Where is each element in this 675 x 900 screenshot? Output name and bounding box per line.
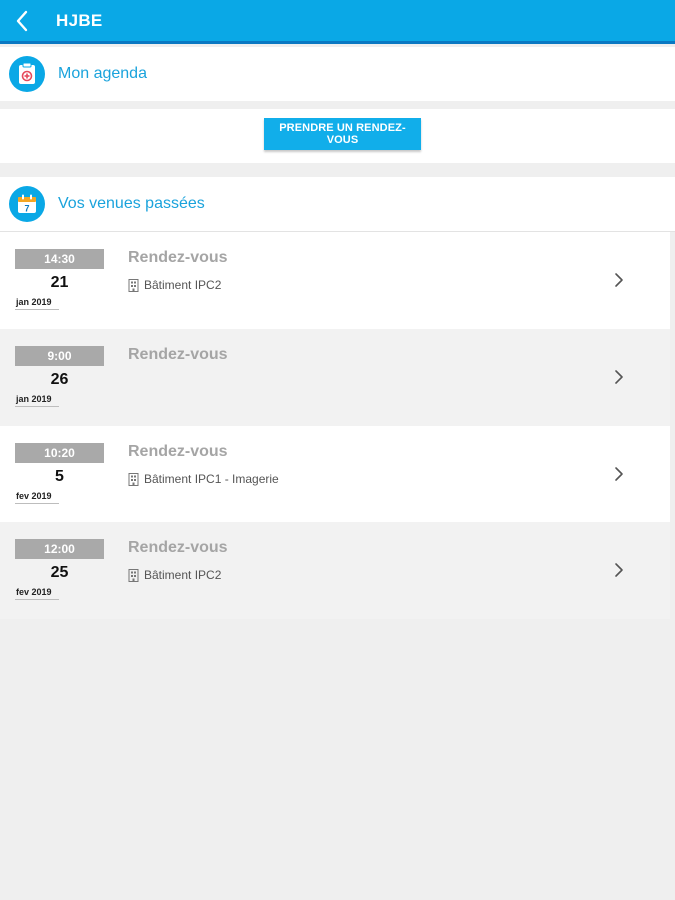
appointment-row[interactable]: 9:00 26 jan 2019 Rendez-vous xyxy=(0,329,670,426)
location-text: Bâtiment IPC1 - Imagerie xyxy=(144,472,279,486)
appointment-location: Bâtiment IPC2 xyxy=(128,568,221,582)
past-visits-section-header: 7 Vos venues passées xyxy=(0,177,675,231)
calendar-7-icon: 7 xyxy=(9,186,45,222)
appointment-title: Rendez-vous xyxy=(128,346,228,363)
appointment-location: Bâtiment IPC2 xyxy=(128,278,221,292)
top-app-bar: HJBE xyxy=(0,0,675,44)
chevron-left-icon[interactable] xyxy=(0,0,44,41)
chevron-right-icon[interactable] xyxy=(610,368,628,386)
building-icon xyxy=(128,472,139,486)
appointment-time: 12:00 xyxy=(15,539,104,559)
appointment-month-year: jan 2019 xyxy=(15,394,59,407)
chevron-right-icon[interactable] xyxy=(610,271,628,289)
appointment-day: 26 xyxy=(50,371,69,388)
appointment-title: Rendez-vous xyxy=(128,539,228,556)
past-visits-title: Vos venues passées xyxy=(58,195,205,212)
appointment-month-year: fev 2019 xyxy=(15,491,59,504)
agenda-title: Mon agenda xyxy=(58,65,147,82)
appointment-title: Rendez-vous xyxy=(128,443,228,460)
appointment-time: 10:20 xyxy=(15,443,104,463)
location-text: Bâtiment IPC2 xyxy=(144,568,222,582)
appointment-day: 21 xyxy=(50,274,69,291)
appointment-day: 5 xyxy=(55,468,64,485)
agenda-section-header[interactable]: Mon agenda xyxy=(0,47,675,101)
appointment-month-year: fev 2019 xyxy=(15,587,59,600)
appointment-time: 14:30 xyxy=(15,249,104,269)
chevron-right-icon[interactable] xyxy=(610,465,628,483)
page-title: HJBE xyxy=(56,10,103,30)
cta-band: PRENDRE UN RENDEZ-VOUS xyxy=(0,109,675,163)
chevron-right-icon[interactable] xyxy=(610,561,628,579)
appointment-row[interactable]: 10:20 5 fev 2019 Rendez-vous Bâtiment IP… xyxy=(0,426,670,523)
appointment-day: 25 xyxy=(50,564,69,581)
building-icon xyxy=(128,568,139,582)
building-icon xyxy=(128,278,139,292)
calendar-day-number: 7 xyxy=(24,204,29,214)
appointment-location: Bâtiment IPC1 - Imagerie xyxy=(128,472,279,486)
appointment-time: 9:00 xyxy=(15,346,104,366)
medical-clipboard-icon xyxy=(9,56,45,92)
appointment-row[interactable]: 12:00 25 fev 2019 Rendez-vous Bâtiment I… xyxy=(0,522,670,619)
appointment-row[interactable]: 14:30 21 jan 2019 Rendez-vous Bâtiment I… xyxy=(0,232,670,329)
appointment-title: Rendez-vous xyxy=(128,249,228,266)
appointment-month-year: jan 2019 xyxy=(15,297,59,310)
book-appointment-button[interactable]: PRENDRE UN RENDEZ-VOUS xyxy=(264,118,421,150)
location-text: Bâtiment IPC2 xyxy=(144,278,222,292)
